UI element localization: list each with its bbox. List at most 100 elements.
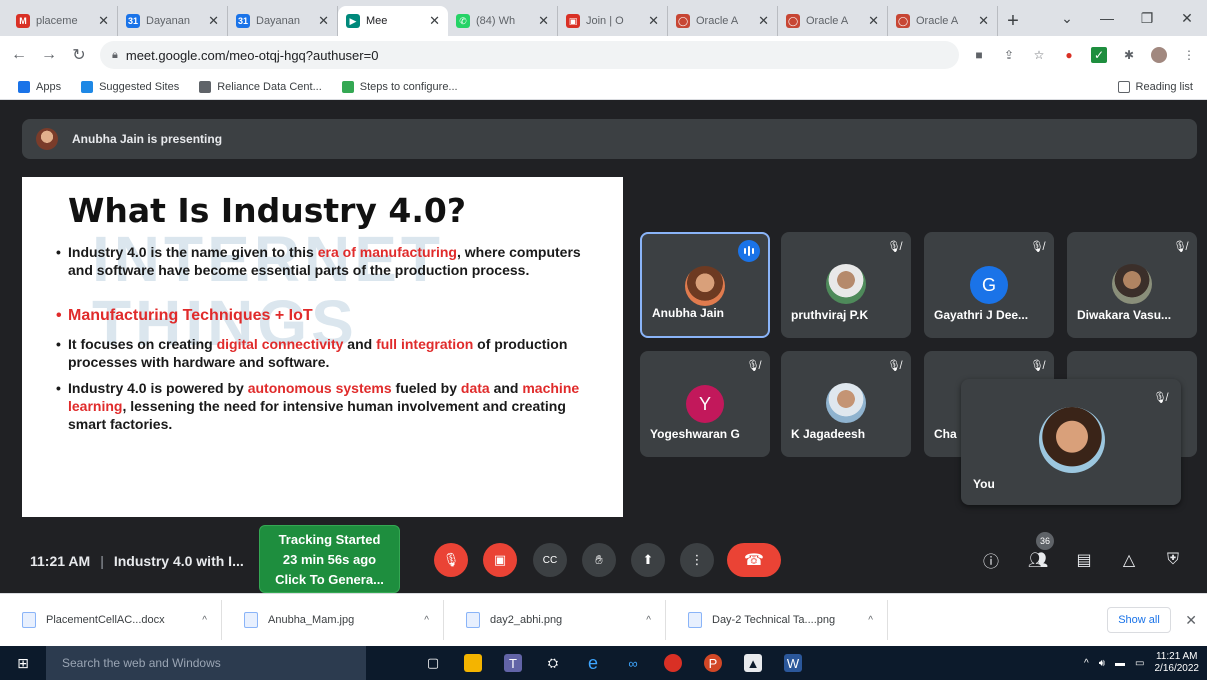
bookmark-item[interactable]: Reliance Data Cent... bbox=[199, 80, 322, 93]
browser-tab[interactable]: Mplaceme ✕ bbox=[8, 6, 118, 36]
share-icon[interactable]: ⇪ bbox=[1001, 47, 1017, 63]
chrome-icon[interactable] bbox=[664, 654, 682, 672]
browser-tab[interactable]: ✆ (84) Wh ✕ bbox=[448, 6, 558, 36]
chevron-up-icon[interactable]: ^ bbox=[202, 615, 207, 626]
download-item[interactable]: Anubha_Mam.jpg ^ bbox=[222, 600, 444, 640]
forward-button[interactable]: → bbox=[40, 46, 58, 64]
presentation-slide[interactable]: INTERNET THINGS What Is Industry 4.0? • I… bbox=[22, 177, 623, 517]
close-tab-icon[interactable]: ✕ bbox=[648, 13, 659, 29]
restore-button[interactable]: ❐ bbox=[1127, 0, 1167, 36]
download-item[interactable]: Day-2 Technical Ta....png ^ bbox=[666, 600, 888, 640]
close-tab-icon[interactable]: ✕ bbox=[868, 13, 879, 29]
participant-tile[interactable]: 🎙︎̸ Diwakara Vasu... bbox=[1067, 232, 1197, 338]
mic-off-icon: 🎙︎̸ bbox=[746, 360, 760, 372]
camera-off-button[interactable]: ▣ bbox=[483, 543, 517, 577]
bookmark-item[interactable]: Apps bbox=[18, 80, 61, 93]
chat-icon[interactable]: ▤ bbox=[1071, 547, 1097, 573]
file-explorer-icon[interactable] bbox=[464, 654, 482, 672]
word-icon[interactable]: W bbox=[784, 654, 802, 672]
profile-avatar[interactable] bbox=[1151, 47, 1167, 63]
reload-button[interactable]: ↻ bbox=[70, 45, 88, 65]
back-button[interactable]: ← bbox=[10, 46, 28, 64]
tab-label: (84) Wh bbox=[476, 15, 516, 27]
chrome-menu-icon[interactable]: ⋮ bbox=[1181, 47, 1197, 63]
bookmarks-bar: Apps Suggested Sites Reliance Data Cent...… bbox=[0, 74, 1207, 100]
browser-tab[interactable]: ◯ Oracle A ✕ bbox=[668, 6, 778, 36]
present-button[interactable]: ⬆ bbox=[631, 543, 665, 577]
edge-icon[interactable]: e bbox=[584, 653, 602, 673]
close-tab-icon[interactable]: ✕ bbox=[978, 13, 989, 29]
camera-icon[interactable]: ■ bbox=[971, 47, 987, 63]
taskbar-search[interactable]: Search the web and Windows bbox=[46, 646, 366, 680]
task-view-icon[interactable]: ▢ bbox=[424, 654, 442, 672]
browser-tab[interactable]: ▣ Join | O ✕ bbox=[558, 6, 668, 36]
activities-icon[interactable]: △ bbox=[1116, 547, 1142, 573]
photos-icon[interactable]: ▲ bbox=[744, 654, 762, 672]
taskbar-date: 2/16/2022 bbox=[1154, 663, 1200, 674]
chevron-up-icon[interactable]: ^ bbox=[868, 615, 873, 626]
powerpoint-icon[interactable]: P bbox=[704, 654, 722, 672]
url-field[interactable]: 🔒︎ meet.google.com/meo-otqj-hgq?authuser… bbox=[100, 41, 959, 69]
close-tab-icon[interactable]: ✕ bbox=[538, 13, 549, 29]
browser-tab[interactable]: ▶ Mee ✕ bbox=[338, 6, 448, 36]
close-tab-icon[interactable]: ✕ bbox=[208, 13, 219, 29]
taskbar-clock[interactable]: 11:21 AM 2/16/2022 bbox=[1155, 651, 1200, 675]
chevron-up-icon[interactable]: ^ bbox=[424, 615, 429, 626]
network-icon[interactable]: ▬ bbox=[1115, 658, 1125, 669]
more-options-button[interactable]: ⋮ bbox=[680, 543, 714, 577]
bookmark-item[interactable]: Suggested Sites bbox=[81, 80, 179, 93]
app-icon[interactable]: ∞ bbox=[624, 654, 642, 672]
reading-list-button[interactable]: Reading list bbox=[1117, 80, 1193, 93]
close-tab-icon[interactable]: ✕ bbox=[758, 13, 769, 29]
captions-button[interactable]: CC bbox=[533, 543, 567, 577]
presenter-avatar bbox=[36, 128, 58, 150]
meeting-details-icon[interactable]: ⓘ bbox=[978, 547, 1004, 573]
participant-tile[interactable]: 🎙︎̸ G Gayathri J Dee... bbox=[924, 232, 1054, 338]
tray-chevron-icon[interactable]: ^ bbox=[1084, 658, 1089, 669]
bookmark-star-icon[interactable]: ☆ bbox=[1031, 47, 1047, 63]
volume-icon[interactable]: 🔊︎ bbox=[1099, 658, 1105, 669]
browser-tab[interactable]: ◯ Oracle A ✕ bbox=[778, 6, 888, 36]
chevron-up-icon[interactable]: ^ bbox=[646, 615, 651, 626]
participant-name: Anubha Jain bbox=[652, 306, 725, 320]
close-tab-icon[interactable]: ✕ bbox=[98, 13, 109, 29]
tracking-popup[interactable]: Tracking Started 23 min 56s ago Click To… bbox=[259, 525, 400, 593]
download-item[interactable]: day2_abhi.png ^ bbox=[444, 600, 666, 640]
store-icon[interactable]: ⛭ bbox=[544, 654, 562, 672]
self-label: You bbox=[973, 477, 995, 491]
end-call-button[interactable]: ☎︎ bbox=[727, 543, 781, 577]
browser-tab[interactable]: 31 Dayanan ✕ bbox=[228, 6, 338, 36]
browser-tab[interactable]: 31 Dayanan ✕ bbox=[118, 6, 228, 36]
host-controls-icon[interactable]: ⛨ bbox=[1160, 547, 1186, 573]
bookmark-icon bbox=[199, 80, 212, 93]
people-icon[interactable]: 👥︎ bbox=[1025, 547, 1051, 573]
show-all-button[interactable]: Show all bbox=[1107, 607, 1171, 633]
minimize-button[interactable]: — bbox=[1087, 0, 1127, 36]
mic-off-button[interactable]: 🎙︎ bbox=[434, 543, 468, 577]
participant-tile[interactable]: 🎙︎̸ pruthviraj P.K bbox=[781, 232, 911, 338]
close-downloads-icon[interactable]: ✕ bbox=[1185, 612, 1197, 629]
bookmark-item[interactable]: Steps to configure... bbox=[341, 80, 458, 93]
tracking-line-1: Tracking Started bbox=[278, 532, 381, 547]
participant-tile[interactable]: 🎙︎̸ K Jagadeesh bbox=[781, 351, 911, 457]
close-window-button[interactable]: ✕ bbox=[1167, 0, 1207, 36]
extension-check-icon[interactable]: ✓ bbox=[1091, 47, 1107, 63]
start-button[interactable]: ⊞ bbox=[0, 646, 46, 680]
tracking-line-2: 23 min 56s ago bbox=[282, 552, 377, 567]
raise-hand-button[interactable]: ✋︎ bbox=[582, 543, 616, 577]
new-tab-button[interactable]: + bbox=[998, 6, 1028, 36]
download-item[interactable]: PlacementCellAC...docx ^ bbox=[0, 600, 222, 640]
participant-tile[interactable]: Anubha Jain bbox=[640, 232, 770, 338]
extension-icon[interactable]: ● bbox=[1061, 47, 1077, 63]
browser-tab[interactable]: ◯ Oracle A ✕ bbox=[888, 6, 998, 36]
participant-tile[interactable]: 🎙︎̸ Y Yogeshwaran G bbox=[640, 351, 770, 457]
meeting-title[interactable]: Industry 4.0 with I... bbox=[114, 553, 244, 569]
self-view-tile[interactable]: 🎙︎̸ You bbox=[961, 379, 1181, 505]
close-tab-icon[interactable]: ✕ bbox=[429, 13, 440, 29]
extensions-puzzle-icon[interactable]: ✱ bbox=[1121, 47, 1137, 63]
close-tab-icon[interactable]: ✕ bbox=[318, 13, 329, 29]
teams-icon[interactable]: T bbox=[504, 654, 522, 672]
slide-bullet-3: • It focuses on creating digital connecti… bbox=[56, 336, 568, 370]
tab-search-icon[interactable]: ⌄ bbox=[1047, 0, 1087, 36]
notification-icon[interactable]: ▭ bbox=[1135, 658, 1144, 669]
